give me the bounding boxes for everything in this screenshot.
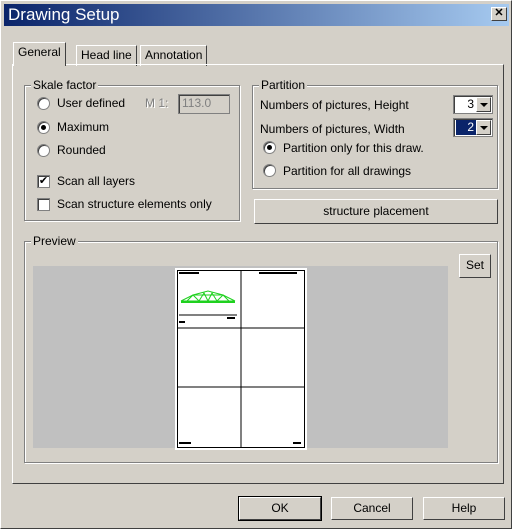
m-ratio-field[interactable]: 113.0 (178, 94, 230, 114)
height-value: 3 (467, 97, 474, 111)
window-title: Drawing Setup (8, 5, 120, 24)
user-defined-label[interactable]: User defined (57, 96, 125, 110)
structure-placement-button[interactable]: structure placement (254, 199, 498, 224)
user-defined-text: User defined (57, 96, 126, 110)
scan-structure-label[interactable]: Scan structure elements only (57, 197, 212, 211)
structure-truss (180, 290, 236, 303)
rounded-radio[interactable] (37, 144, 50, 157)
close-button[interactable]: ✕ (491, 7, 507, 21)
height-label: Numbers of pictures, Height (260, 98, 409, 112)
scan-all-layers-checkbox[interactable]: ✔ (37, 175, 50, 188)
tab-head-line[interactable]: Head line (76, 45, 137, 66)
scan-structure-checkbox[interactable] (37, 198, 50, 211)
partition-only-radio[interactable] (263, 141, 276, 154)
dialog-window: Drawing Setup ✕ General Head line Annota… (0, 0, 512, 529)
tab-general[interactable]: General (13, 42, 66, 66)
preview-drawing (177, 270, 305, 448)
partition-all-radio[interactable] (263, 164, 276, 177)
width-value: 2 (456, 120, 476, 135)
tab-general-label: General (18, 45, 61, 59)
maximum-label[interactable]: Maximum (57, 120, 109, 134)
tab-head-line-label: Head line (81, 48, 132, 62)
set-button[interactable]: Set (459, 254, 491, 278)
help-button[interactable]: Help (423, 497, 505, 520)
chevron-down-icon[interactable] (476, 97, 491, 112)
cancel-button[interactable]: Cancel (331, 497, 413, 520)
title-bar[interactable]: Drawing Setup ✕ (4, 4, 509, 26)
tab-annotation[interactable]: Annotation (140, 45, 208, 66)
ok-button[interactable]: OK (238, 496, 322, 521)
preview-title: Preview (31, 234, 78, 248)
width-select[interactable]: 2 (453, 118, 493, 137)
preview-sheet (175, 268, 307, 450)
height-select[interactable]: 3 (453, 95, 493, 114)
partition-only-label[interactable]: Partition only for this draw. (283, 141, 424, 155)
partition-all-label[interactable]: Partition for all drawings (283, 164, 411, 178)
maximum-radio[interactable] (37, 121, 50, 134)
chevron-down-icon[interactable] (476, 120, 491, 135)
rounded-label[interactable]: Rounded (57, 143, 106, 157)
width-label: Numbers of pictures, Width (260, 122, 405, 136)
user-defined-radio[interactable] (37, 97, 50, 110)
m-ratio-label: M 1: (145, 96, 169, 110)
partition-title: Partition (259, 78, 308, 92)
scan-all-layers-label[interactable]: Scan all layers (57, 174, 135, 188)
tab-annotation-label: Annotation (145, 48, 203, 62)
skale-factor-title: Skale factor (31, 78, 99, 92)
